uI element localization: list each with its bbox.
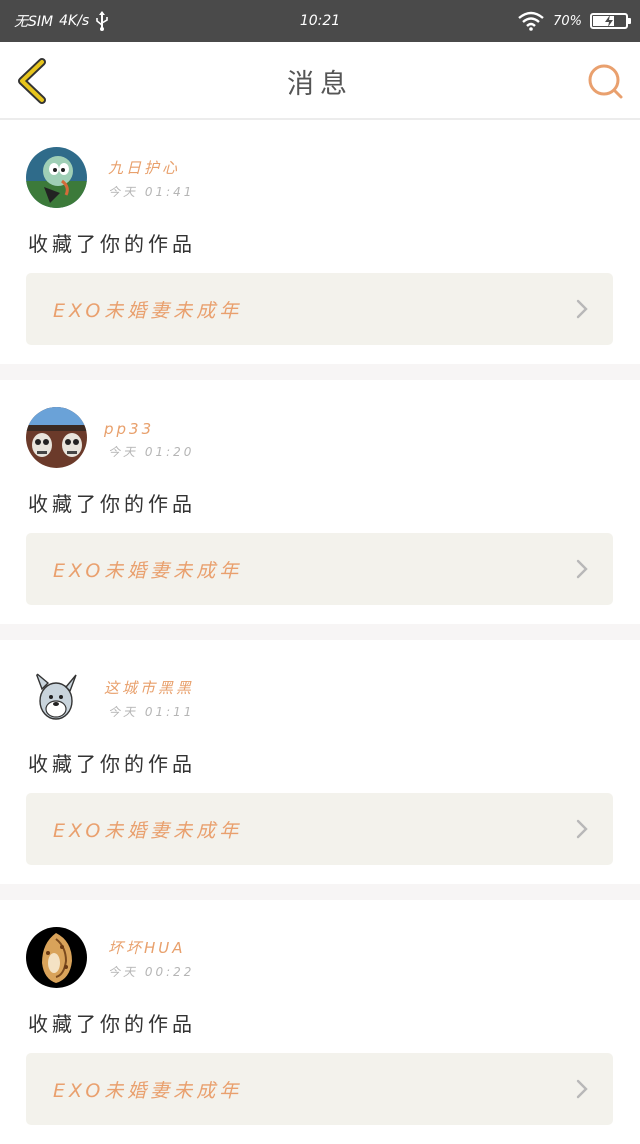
- avatar[interactable]: [26, 667, 87, 728]
- search-icon: [588, 64, 623, 99]
- divider: [0, 364, 640, 380]
- message-card: 九日护心 今天 01:41 收藏了你的作品 EXO未婚妻未成年: [0, 120, 640, 364]
- message-card: pp33 今天 01:20 收藏了你的作品 EXO未婚妻未成年: [0, 380, 640, 624]
- avatar-image: [26, 407, 87, 468]
- chevron-right-icon: [576, 299, 588, 319]
- action-text: 收藏了你的作品: [28, 1012, 196, 1036]
- message-card: 这城市黑黑 今天 01:11 收藏了你的作品 EXO未婚妻未成年: [0, 640, 640, 884]
- work-link[interactable]: EXO未婚妻未成年: [26, 533, 613, 605]
- work-title: EXO未婚妻未成年: [53, 819, 243, 842]
- status-bar: 无SIM 4K/s 10:21 70%: [0, 0, 640, 42]
- search-button[interactable]: [586, 62, 624, 100]
- nav-bar: 消息: [0, 42, 640, 120]
- message-time: 今天 01:41: [108, 185, 195, 199]
- action-text: 收藏了你的作品: [28, 232, 196, 256]
- avatar[interactable]: [26, 407, 87, 468]
- work-title: EXO未婚妻未成年: [53, 299, 243, 322]
- page-title: 消息: [287, 68, 353, 100]
- chevron-right-icon: [576, 819, 588, 839]
- work-link[interactable]: EXO未婚妻未成年: [26, 793, 613, 865]
- avatar[interactable]: [26, 927, 87, 988]
- message-card: 坏坏HUA 今天 00:22 收藏了你的作品 EXO未婚妻未成年: [0, 900, 640, 1144]
- user-name[interactable]: 坏坏HUA: [108, 937, 186, 958]
- avatar-image: [26, 667, 87, 728]
- divider: [0, 624, 640, 640]
- divider: [0, 884, 640, 900]
- battery-percent: 70%: [553, 13, 582, 29]
- chevron-right-icon: [576, 559, 588, 579]
- avatar-image: [26, 147, 87, 208]
- work-link[interactable]: EXO未婚妻未成年: [26, 273, 613, 345]
- action-text: 收藏了你的作品: [28, 752, 196, 776]
- battery-icon: [590, 13, 631, 29]
- charging-bolt-icon: [605, 15, 613, 27]
- chevron-right-icon: [576, 1079, 588, 1099]
- wifi-icon: [518, 11, 544, 31]
- user-name[interactable]: pp33: [104, 420, 154, 438]
- avatar-image: [26, 927, 87, 988]
- action-text: 收藏了你的作品: [28, 492, 196, 516]
- work-title: EXO未婚妻未成年: [53, 1079, 243, 1102]
- avatar[interactable]: [26, 147, 87, 208]
- user-name[interactable]: 这城市黑黑: [104, 677, 194, 698]
- work-link[interactable]: EXO未婚妻未成年: [26, 1053, 613, 1125]
- message-time: 今天 00:22: [108, 965, 195, 979]
- user-name[interactable]: 九日护心: [108, 157, 180, 178]
- message-time: 今天 01:11: [108, 705, 195, 719]
- message-time: 今天 01:20: [108, 445, 195, 459]
- work-title: EXO未婚妻未成年: [53, 559, 243, 582]
- status-right: 70%: [517, 0, 631, 42]
